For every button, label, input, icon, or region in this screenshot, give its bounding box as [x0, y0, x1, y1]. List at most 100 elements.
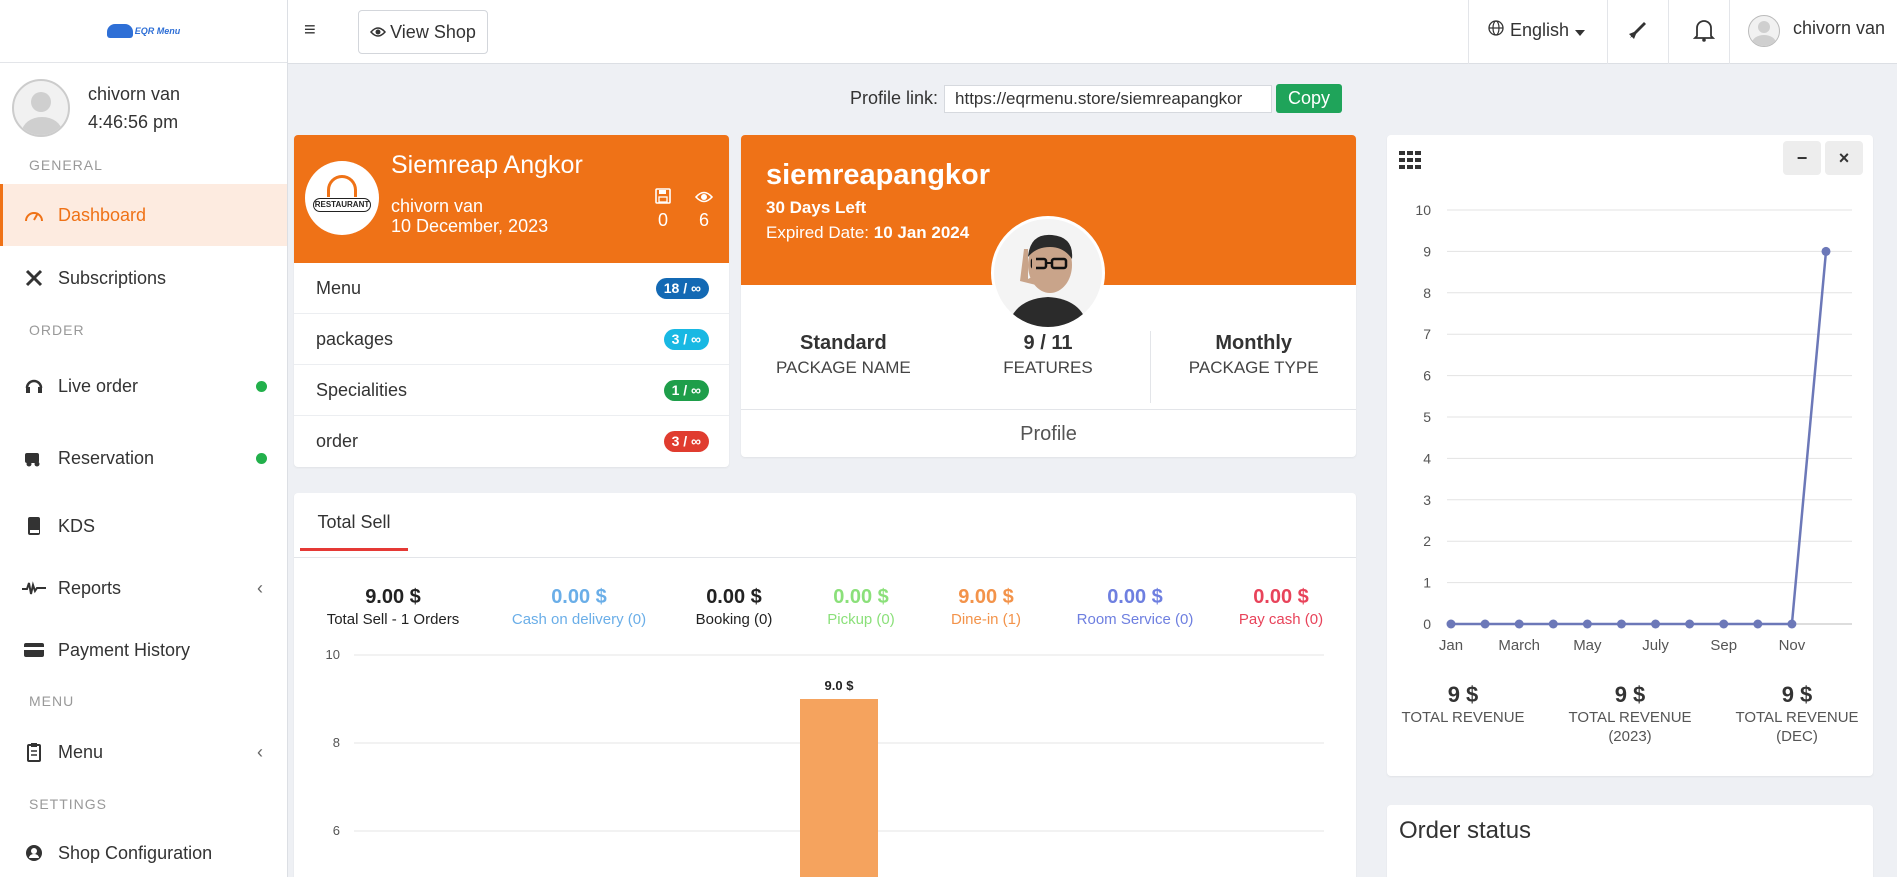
revenue-value: 9 $: [1781, 682, 1813, 707]
revenue-label: TOTAL REVENUE: [1401, 709, 1525, 726]
shop-card: RESTAURANT Siemreap Angkor chivorn van 1…: [294, 135, 729, 467]
sell-stat-value: 9.00 $: [958, 586, 1014, 608]
profile-link-label: Profile link:: [850, 88, 939, 108]
view-shop-label: View Shop: [390, 21, 476, 42]
order-status-title: Order status: [1399, 817, 1532, 844]
data-point: [1787, 619, 1797, 629]
grid-icon[interactable]: [1399, 149, 1421, 175]
y-tick-label: 1: [1423, 575, 1431, 591]
data-point: [1753, 619, 1763, 629]
sidebar-logo[interactable]: EQR Menu: [0, 0, 287, 63]
sidebar-item-menu[interactable]: Menu ‹: [0, 721, 287, 783]
sell-stat-booking: 0.00 $ Booking (0): [679, 584, 789, 630]
data-point: [1548, 619, 1558, 629]
speedometer-icon: [22, 204, 46, 226]
nav-header-general: GENERAL: [29, 157, 103, 173]
user-name: chivorn van: [88, 84, 181, 104]
eye-icon: [694, 187, 714, 209]
count-row-menu[interactable]: Menu 18 / ∞: [294, 263, 729, 314]
view-shop-button[interactable]: View Shop: [358, 10, 488, 54]
save-count: 0: [657, 210, 668, 230]
sell-stat-label: Pickup (0): [827, 611, 895, 628]
book-icon: [22, 515, 46, 537]
language-selector[interactable]: English: [1488, 20, 1586, 41]
language-label: English: [1510, 20, 1570, 40]
features-label: FEATURES: [1003, 358, 1093, 377]
profile-button[interactable]: Profile: [741, 409, 1356, 457]
y-tick-label: 3: [1423, 492, 1431, 508]
data-point: [1446, 619, 1456, 629]
x-tick-label: July: [1642, 637, 1669, 654]
data-point: [1821, 246, 1831, 256]
sidebar-item-kds[interactable]: KDS: [0, 495, 287, 557]
revenue-label: TOTAL REVENUE (2023): [1568, 709, 1692, 745]
package-type-label: PACKAGE TYPE: [1188, 358, 1319, 377]
expired-label: Expired Date:: [766, 223, 869, 242]
avatar: [12, 79, 70, 137]
sidebar-item-label: Payment History: [58, 639, 191, 660]
topbar: ≡ View Shop English chivorn van: [288, 0, 1897, 64]
minimize-button[interactable]: −: [1783, 141, 1821, 175]
rocket-icon[interactable]: [1626, 18, 1650, 48]
sidebar-item-reports[interactable]: Reports ‹: [0, 557, 287, 619]
divider: [1468, 0, 1469, 64]
reservation-icon: [22, 447, 46, 469]
days-left: 30 Days Left: [766, 198, 867, 217]
data-point: [1514, 619, 1524, 629]
divider: [1607, 0, 1608, 64]
topbar-username[interactable]: chivorn van: [1793, 18, 1885, 39]
y-tick-label: 6: [333, 823, 340, 838]
divider: [1668, 0, 1669, 64]
count-row-specialities[interactable]: Specialities 1 / ∞: [294, 365, 729, 416]
sell-stat-value: 0.00 $: [551, 586, 607, 608]
waveform-icon: [22, 577, 46, 599]
sell-stat-value: 0.00 $: [1107, 586, 1163, 608]
chevron-left-icon: ‹: [257, 741, 263, 762]
sidebar-item-live-order[interactable]: Live order: [0, 355, 287, 417]
close-button[interactable]: ×: [1825, 141, 1863, 175]
user-time: 4:46:56 pm: [88, 112, 179, 132]
reservation-status-dot: [256, 452, 267, 464]
chevron-left-icon: ‹: [257, 577, 263, 598]
sell-stat-pickup: 0.00 $ Pickup (0): [811, 584, 911, 630]
profile-link-input[interactable]: [944, 84, 1273, 113]
count-badge: 18 / ∞: [655, 277, 709, 299]
sidebar-item-subscriptions[interactable]: Subscriptions: [0, 247, 287, 309]
count-badge: 3 / ∞: [663, 431, 709, 452]
sell-stat-value: 0.00 $: [706, 586, 762, 608]
profile-photo: [991, 216, 1105, 330]
count-label: packages: [316, 328, 394, 349]
close-icon: ×: [1838, 148, 1850, 168]
count-row-order[interactable]: order 3 / ∞: [294, 416, 729, 467]
save-icon: [655, 187, 671, 209]
sell-stat-label: Cash on delivery (0): [511, 611, 647, 628]
y-tick-label: 10: [1415, 202, 1431, 218]
y-tick-label: 10: [326, 647, 340, 662]
bell-icon[interactable]: [1692, 18, 1716, 48]
sell-stat-value: 0.00 $: [1253, 586, 1309, 608]
copy-button[interactable]: Copy: [1276, 84, 1343, 113]
sidebar-item-dashboard[interactable]: Dashboard: [0, 184, 287, 246]
sidebar-item-label: Shop Configuration: [58, 842, 213, 863]
hamburger-icon[interactable]: ≡: [304, 19, 320, 41]
count-row-packages[interactable]: packages 3 / ∞: [294, 314, 729, 365]
revenue-card: − × 0 1 2 3 4 5 6 7 8 9 10 Jan March May July Sep Nov 9 …: [1387, 135, 1873, 776]
sidebar-item-payment-history[interactable]: Payment History: [0, 619, 287, 681]
data-label: 9.0 $: [825, 678, 855, 693]
tab-total-sell[interactable]: Total Sell: [300, 493, 408, 551]
y-tick-label: 8: [1423, 285, 1431, 301]
sidebar-item-label: Live order: [58, 375, 139, 396]
clipboard-icon: [22, 741, 46, 763]
restaurant-logo-text: RESTAURANT: [313, 198, 371, 212]
sidebar-item-shop-configuration[interactable]: Shop Configuration: [0, 822, 287, 877]
sidebar-item-reservation[interactable]: Reservation: [0, 427, 287, 489]
view-count: 6: [698, 210, 709, 230]
count-label: Menu: [316, 277, 362, 298]
avatar[interactable]: [1748, 15, 1780, 47]
package-card: siemreapangkor 30 Days Left Expired Date…: [741, 135, 1356, 457]
user-circle-icon: [22, 842, 46, 864]
sidebar-item-label: Subscriptions: [58, 267, 167, 288]
caret-down-icon: [1575, 20, 1586, 41]
headset-icon: [22, 375, 46, 397]
sidebar-item-label: Menu: [58, 741, 104, 762]
